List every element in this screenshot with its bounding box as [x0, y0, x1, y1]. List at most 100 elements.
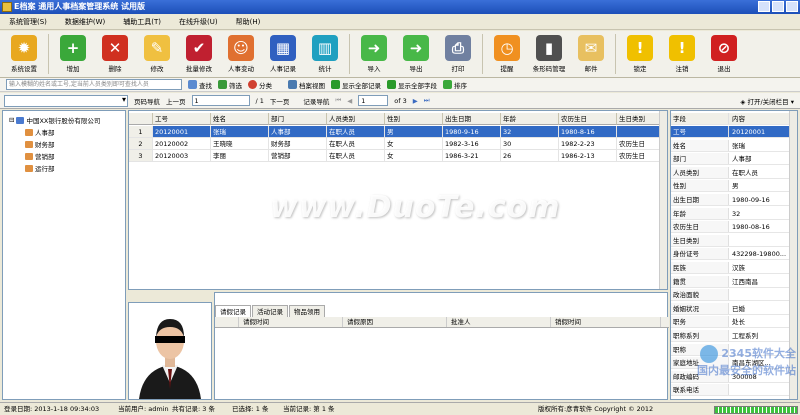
toolbar-button-3[interactable]: ✎ 修改 — [136, 31, 178, 77]
detail-row[interactable]: 工号 20120001 — [671, 126, 797, 138]
table-cell[interactable]: 1980-8-16 — [559, 126, 617, 138]
table-cell[interactable]: 32 — [501, 126, 559, 138]
next-page-button[interactable]: 下一页 — [270, 96, 290, 106]
table-cell[interactable]: 1986-3-21 — [443, 150, 501, 162]
table-cell[interactable]: 在职人员 — [327, 150, 385, 162]
column-header[interactable]: 出生日期 — [443, 113, 501, 125]
tree-item-finance[interactable]: 财务部 — [25, 139, 55, 149]
detail-value[interactable]: 张瑞 — [729, 140, 797, 151]
table-cell[interactable]: 20120001 — [153, 126, 211, 138]
first-record-icon[interactable]: ⏮ — [335, 96, 341, 105]
detail-value[interactable] — [729, 344, 797, 355]
archive-view-button[interactable]: 档案视图 — [288, 80, 325, 90]
table-cell[interactable]: 财务部 — [269, 138, 327, 150]
column-header[interactable]: 批准人 — [447, 317, 551, 327]
detail-row[interactable]: 性别男 — [671, 180, 797, 193]
column-header[interactable]: 请假时间 — [239, 317, 343, 327]
detail-value[interactable]: 工程系列 — [729, 330, 797, 341]
toolbar-button-11[interactable]: ◷ 提醒 — [486, 31, 528, 77]
detail-value[interactable]: 20120001 — [729, 126, 797, 137]
detail-row[interactable]: 政治面貌 — [671, 289, 797, 302]
toolbar-button-1[interactable]: + 增加 — [52, 31, 94, 77]
table-cell[interactable]: 男 — [385, 126, 443, 138]
detail-value[interactable]: 32 — [729, 208, 797, 219]
toolbar-button-15[interactable]: ! 注销 — [661, 31, 703, 77]
detail-value[interactable]: 1980-09-16 — [729, 194, 797, 205]
detail-row[interactable]: 部门 人事部 — [671, 153, 797, 166]
detail-value[interactable]: 300008 — [729, 371, 797, 382]
table-cell[interactable]: 女 — [385, 138, 443, 150]
toolbar-button-9[interactable]: ➜ 导出 — [395, 31, 437, 77]
minimize-button[interactable] — [758, 1, 770, 12]
toolbar-button-14[interactable]: ! 锁定 — [619, 31, 661, 77]
table-cell[interactable]: 李丽 — [211, 150, 269, 162]
prev-record-icon[interactable]: ◀ — [347, 97, 352, 105]
detail-row[interactable]: 身份证号 432298-19800... — [671, 248, 797, 261]
table-cell[interactable]: 人事部 — [269, 126, 327, 138]
detail-row[interactable]: 农历生日 1980-08-16 — [671, 221, 797, 234]
detail-row[interactable]: 姓名 张瑞 — [671, 139, 797, 152]
close-button[interactable] — [786, 1, 798, 12]
detail-value[interactable]: 南昌东湖区... — [729, 357, 797, 368]
table-cell[interactable]: 在职人员 — [327, 126, 385, 138]
detail-value[interactable]: 1980-08-16 — [729, 221, 797, 232]
table-cell[interactable]: 20120003 — [153, 150, 211, 162]
column-header[interactable]: 工号 — [153, 113, 211, 125]
table-cell[interactable]: 30 — [501, 138, 559, 150]
toolbar-button-7[interactable]: ▥ 统计 — [304, 31, 346, 77]
next-record-icon[interactable]: ▶ — [413, 97, 418, 105]
detail-row[interactable]: 婚姻状况 已婚 — [671, 302, 797, 315]
column-header[interactable]: 姓名 — [211, 113, 269, 125]
table-cell[interactable]: 1982-2-23 — [559, 138, 617, 150]
table-row[interactable]: 2 20120002 王晓晓 财务部 在职人员女 1982-3-16 30 1982-2-23… — [129, 138, 667, 150]
detail-value[interactable] — [729, 235, 797, 246]
detail-row[interactable]: 生日类别 — [671, 234, 797, 247]
detail-row[interactable]: 邮政编码 300008 — [671, 370, 797, 383]
show-all-records-button[interactable]: 显示全部记录 — [331, 80, 381, 90]
column-header[interactable]: 人员类别 — [327, 113, 385, 125]
menu-help[interactable]: 帮助(H) — [227, 14, 270, 29]
table-cell[interactable]: 1980-9-16 — [443, 126, 501, 138]
column-header[interactable]: 部门 — [269, 113, 327, 125]
table-cell[interactable]: 在职人员 — [327, 138, 385, 150]
toolbar-button-8[interactable]: ➜ 导入 — [353, 31, 395, 77]
grid-scrollbar[interactable] — [659, 111, 667, 289]
detail-row[interactable]: 人员类别 在职人员 — [671, 166, 797, 179]
toolbar-button-6[interactable]: ▦ 人事记录 — [262, 31, 304, 77]
toolbar-button-13[interactable]: ✉ 邮件 — [570, 31, 612, 77]
table-cell[interactable]: 营销部 — [269, 150, 327, 162]
menu-system[interactable]: 系统管理(S) — [0, 14, 56, 29]
detail-value[interactable]: 432298-19800... — [729, 248, 797, 259]
detail-value[interactable] — [729, 384, 797, 395]
tab-items[interactable]: 物品领用 — [289, 305, 325, 317]
tab-leave[interactable]: 请假记录 — [215, 305, 251, 317]
detail-row[interactable]: 年龄 32 — [671, 207, 797, 220]
detail-row[interactable]: 民族 汉族 — [671, 262, 797, 274]
tree-item-operations[interactable]: 运行部 — [25, 163, 55, 173]
detail-row[interactable]: 职称系列 工程系列 — [671, 330, 797, 342]
toolbar-button-4[interactable]: ✔ 批量修改 — [178, 31, 220, 77]
menu-upgrade[interactable]: 在线升级(U) — [170, 14, 227, 29]
column-header[interactable]: 性别 — [385, 113, 443, 125]
detail-row[interactable]: 职务 处长 — [671, 316, 797, 329]
table-cell[interactable]: 女 — [385, 150, 443, 162]
detail-value[interactable]: 汉族 — [729, 262, 797, 273]
detail-scrollbar[interactable] — [789, 111, 797, 399]
detail-row[interactable]: 籍贯 江西南昌 — [671, 275, 797, 288]
category-select[interactable] — [4, 94, 128, 107]
classify-button[interactable]: 分类 — [248, 80, 272, 90]
toolbar-button-2[interactable]: ✕ 删除 — [94, 31, 136, 77]
detail-row[interactable]: 出生日期 1980-09-16 — [671, 194, 797, 206]
detail-value[interactable]: 江西南昌 — [729, 276, 797, 287]
search-input[interactable]: 输入模糊的姓名或工号,定当前人员类别即可查找人员 — [6, 79, 182, 90]
table-cell[interactable]: 26 — [501, 150, 559, 162]
toolbar-button-16[interactable]: ⊘ 退出 — [703, 31, 745, 77]
column-header[interactable]: 年龄 — [501, 113, 559, 125]
menu-tools[interactable]: 辅助工具(T) — [114, 14, 170, 29]
table-row[interactable]: 3 20120003 李丽 营销部 在职人员女 1986-3-21 26 1986-2-13 农… — [129, 150, 667, 162]
detail-row[interactable]: 职称 — [671, 343, 797, 356]
toggle-panel-button[interactable]: ◈ 打开/关闭栏目 ▾ — [740, 96, 794, 106]
column-header[interactable]: 农历生日 — [559, 113, 617, 125]
tree-item-hr[interactable]: 人事部 — [25, 127, 55, 137]
table-cell[interactable]: 张瑞 — [211, 126, 269, 138]
